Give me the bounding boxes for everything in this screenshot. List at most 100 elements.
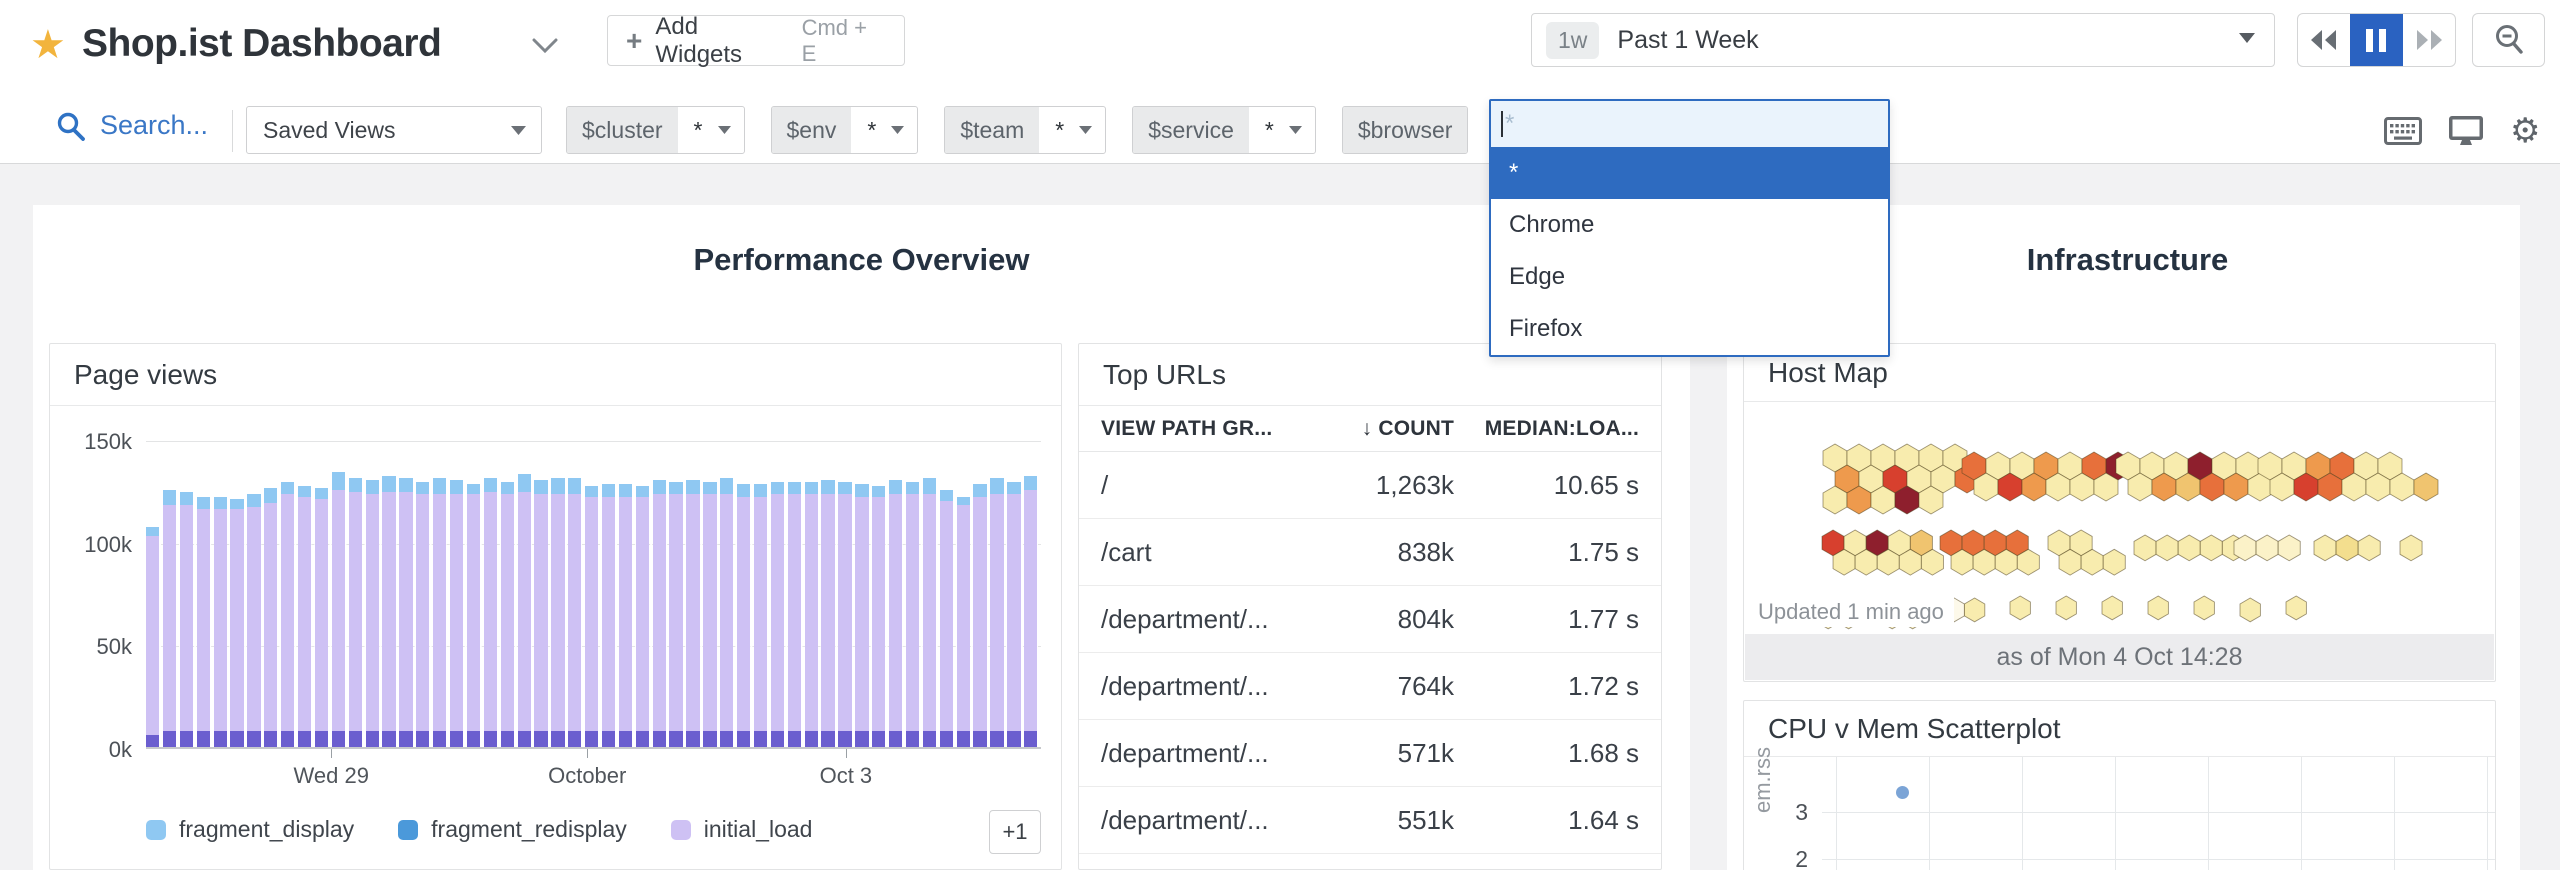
- bar[interactable]: [838, 482, 852, 747]
- bar[interactable]: [703, 482, 717, 747]
- dropdown-option-chrome[interactable]: Chrome: [1491, 199, 1888, 251]
- bar[interactable]: [686, 480, 700, 747]
- host-hexagon[interactable]: [2335, 534, 2359, 562]
- bar[interactable]: [416, 482, 430, 747]
- search-input[interactable]: Search...: [56, 110, 208, 141]
- table-row[interactable]: /department/... 551k 1.64 s: [1079, 787, 1661, 854]
- bar[interactable]: [889, 480, 903, 747]
- bar[interactable]: [737, 484, 751, 747]
- pause-button[interactable]: [2350, 14, 2403, 66]
- host-hexagon[interactable]: [2399, 534, 2423, 562]
- bar[interactable]: [348, 478, 362, 747]
- table-row[interactable]: /department/... 804k 1.77 s: [1079, 586, 1661, 653]
- bar[interactable]: [162, 490, 177, 747]
- bar[interactable]: [956, 496, 970, 747]
- cpu-mem-scatterplot-widget[interactable]: CPU v Mem Scatterplot em.rss 32: [1743, 700, 2496, 870]
- table-row[interactable]: /cart 838k 1.75 s: [1079, 519, 1661, 586]
- bar[interactable]: [399, 478, 413, 747]
- host-hexagon[interactable]: [2102, 548, 2126, 576]
- variable-pill-service[interactable]: $service *: [1132, 106, 1316, 154]
- bar[interactable]: [973, 484, 987, 747]
- bar[interactable]: [1024, 475, 1038, 747]
- variable-pill-cluster[interactable]: $cluster *: [566, 106, 745, 154]
- zoom-out-button[interactable]: [2472, 13, 2545, 67]
- bar[interactable]: [922, 478, 937, 747]
- host-hexagon[interactable]: [2193, 595, 2215, 621]
- bar[interactable]: [618, 484, 633, 747]
- host-hexagon[interactable]: [2413, 472, 2439, 502]
- bar[interactable]: [331, 471, 346, 747]
- bar[interactable]: [179, 492, 194, 747]
- top-urls-widget[interactable]: Top URLs VIEW PATH GR... ↓ COUNT MEDIAN:LO…: [1078, 343, 1662, 870]
- column-header-3[interactable]: MEDIAN:LOA...: [1454, 417, 1639, 441]
- dropdown-option-firefox[interactable]: Firefox: [1491, 303, 1888, 355]
- bar[interactable]: [601, 484, 616, 747]
- bar[interactable]: [753, 484, 768, 747]
- table-row[interactable]: /department/... 571k 1.68 s: [1079, 720, 1661, 787]
- host-hexagon[interactable]: [2199, 534, 2223, 562]
- tv-mode-icon[interactable]: [2448, 115, 2484, 147]
- host-hexagon[interactable]: [2313, 534, 2337, 562]
- legend-item-initial_load[interactable]: initial_load: [670, 816, 812, 843]
- bar[interactable]: [297, 486, 312, 747]
- bar[interactable]: [905, 482, 920, 747]
- scatter-point[interactable]: [1896, 785, 1909, 799]
- bar[interactable]: [433, 478, 447, 747]
- legend-item-fragment_redisplay[interactable]: fragment_redisplay: [398, 816, 627, 843]
- host-hexagon[interactable]: [2101, 595, 2123, 621]
- rewind-button[interactable]: [2298, 14, 2350, 66]
- host-hexagon[interactable]: [2255, 534, 2279, 562]
- host-hexagon[interactable]: [1963, 597, 1986, 623]
- bar[interactable]: [483, 478, 498, 747]
- bar[interactable]: [770, 482, 785, 747]
- host-hexagon[interactable]: [2357, 534, 2381, 562]
- browser-filter-input[interactable]: *: [1491, 101, 1888, 147]
- bar[interactable]: [264, 488, 278, 747]
- dropdown-option-*[interactable]: *: [1491, 147, 1888, 199]
- legend-item-fragment_display[interactable]: fragment_display: [146, 816, 354, 843]
- star-icon[interactable]: ★: [30, 22, 66, 68]
- bar[interactable]: [990, 478, 1004, 747]
- table-row[interactable]: /department/... 764k 1.72 s: [1079, 653, 1661, 720]
- bar[interactable]: [1007, 482, 1021, 747]
- top-urls-header-row[interactable]: VIEW PATH GR... ↓ COUNT MEDIAN:LOA...: [1079, 406, 1661, 452]
- keyboard-shortcuts-icon[interactable]: [2384, 117, 2422, 145]
- bar[interactable]: [855, 484, 869, 747]
- bar[interactable]: [635, 486, 649, 747]
- variable-pill-env[interactable]: $env *: [770, 106, 919, 154]
- column-header-2[interactable]: ↓ COUNT: [1304, 417, 1454, 441]
- table-row[interactable]: / 1,263k 10.65 s: [1079, 452, 1661, 519]
- host-hexagon[interactable]: [2055, 595, 2077, 621]
- host-hexagon[interactable]: [2147, 595, 2169, 621]
- bar[interactable]: [669, 482, 683, 747]
- bar[interactable]: [281, 482, 295, 747]
- time-range-picker[interactable]: 1w Past 1 Week: [1531, 13, 2275, 67]
- saved-views-select[interactable]: Saved Views: [246, 106, 542, 154]
- bar[interactable]: [382, 475, 396, 747]
- bar[interactable]: [939, 490, 953, 747]
- chevron-down-icon[interactable]: [532, 38, 558, 59]
- bar[interactable]: [517, 473, 531, 747]
- page-views-widget[interactable]: Page views 150k 100k 50k 0k Wed 29 October Oc…: [49, 343, 1062, 870]
- column-header-1[interactable]: VIEW PATH GR...: [1101, 417, 1304, 441]
- host-hexagon[interactable]: [2155, 534, 2179, 562]
- bar[interactable]: [720, 478, 734, 747]
- host-hexagon[interactable]: [2177, 534, 2201, 562]
- host-hexagon[interactable]: [2285, 595, 2307, 621]
- host-hexagon[interactable]: [2133, 534, 2157, 562]
- variable-pill-team[interactable]: $team *: [944, 106, 1107, 154]
- bar[interactable]: [652, 480, 666, 747]
- bar[interactable]: [466, 484, 481, 747]
- page-views-chart[interactable]: Wed 29 October Oct 3: [146, 441, 1041, 788]
- scatterplot-chart[interactable]: 32: [1744, 757, 2495, 870]
- bar[interactable]: [804, 482, 818, 747]
- bar[interactable]: [568, 478, 582, 747]
- fast-forward-button[interactable]: [2403, 14, 2455, 66]
- dropdown-option-edge[interactable]: Edge: [1491, 251, 1888, 303]
- bar[interactable]: [213, 496, 227, 747]
- bar[interactable]: [872, 486, 886, 747]
- add-widgets-button[interactable]: + Add Widgets Cmd + E: [607, 13, 905, 68]
- bar[interactable]: [500, 482, 514, 747]
- bar[interactable]: [787, 482, 801, 747]
- bar[interactable]: [365, 480, 379, 747]
